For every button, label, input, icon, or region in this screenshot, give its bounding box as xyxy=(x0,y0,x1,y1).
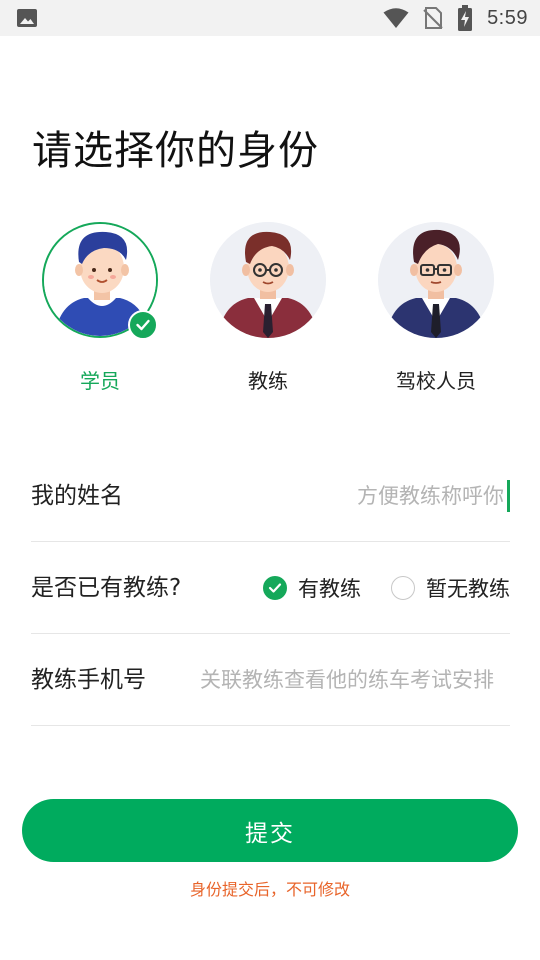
wifi-icon xyxy=(383,8,409,28)
radio-label-has-coach: 有教练 xyxy=(298,577,361,601)
name-row: 我的姓名 xyxy=(31,450,510,542)
role-school-staff[interactable]: 驾校人员 xyxy=(366,212,506,393)
name-input[interactable] xyxy=(270,480,510,512)
has-coach-radio-group: 有教练 暂无教练 xyxy=(263,542,510,634)
radio-has-coach[interactable]: 有教练 xyxy=(263,573,361,603)
has-coach-row: 是否已有教练? 有教练 暂无教练 xyxy=(31,542,510,634)
coach-avatar-icon xyxy=(210,222,326,338)
school-staff-avatar-icon xyxy=(378,222,494,338)
role-label-coach: 教练 xyxy=(248,369,288,393)
radio-no-coach[interactable]: 暂无教练 xyxy=(391,573,510,603)
avatar-wrap xyxy=(42,222,158,340)
submit-notice: 身份提交后，不可修改 xyxy=(189,880,350,899)
radio-unchecked-icon xyxy=(391,576,415,600)
name-label: 我的姓名 xyxy=(31,483,123,509)
radio-checked-icon xyxy=(263,576,287,600)
role-selector: 学员 教练 驾校人员 xyxy=(0,212,540,402)
battery-charging-icon xyxy=(458,5,473,31)
role-label-student: 学员 xyxy=(80,369,120,393)
has-coach-label: 是否已有教练? xyxy=(31,575,182,601)
submit-button[interactable]: 提交 xyxy=(22,799,518,862)
text-cursor xyxy=(507,480,510,512)
coach-phone-row: 教练手机号 xyxy=(31,634,510,726)
role-coach[interactable]: 教练 xyxy=(198,212,338,393)
page-title: 请选择你的身份 xyxy=(32,128,319,174)
coach-phone-label: 教练手机号 xyxy=(31,667,146,693)
avatar-wrap xyxy=(210,222,326,338)
avatar-wrap xyxy=(378,222,494,338)
role-label-school-staff: 驾校人员 xyxy=(396,369,476,393)
radio-label-no-coach: 暂无教练 xyxy=(426,577,510,601)
no-sim-icon xyxy=(423,7,443,29)
role-student[interactable]: 学员 xyxy=(30,212,170,393)
status-time: 5:59 xyxy=(487,6,528,29)
coach-phone-input[interactable] xyxy=(200,664,510,696)
status-bar: 5:59 xyxy=(0,0,540,36)
status-icons: 5:59 xyxy=(383,0,528,36)
image-icon xyxy=(17,9,37,27)
selected-check-icon xyxy=(128,310,158,340)
